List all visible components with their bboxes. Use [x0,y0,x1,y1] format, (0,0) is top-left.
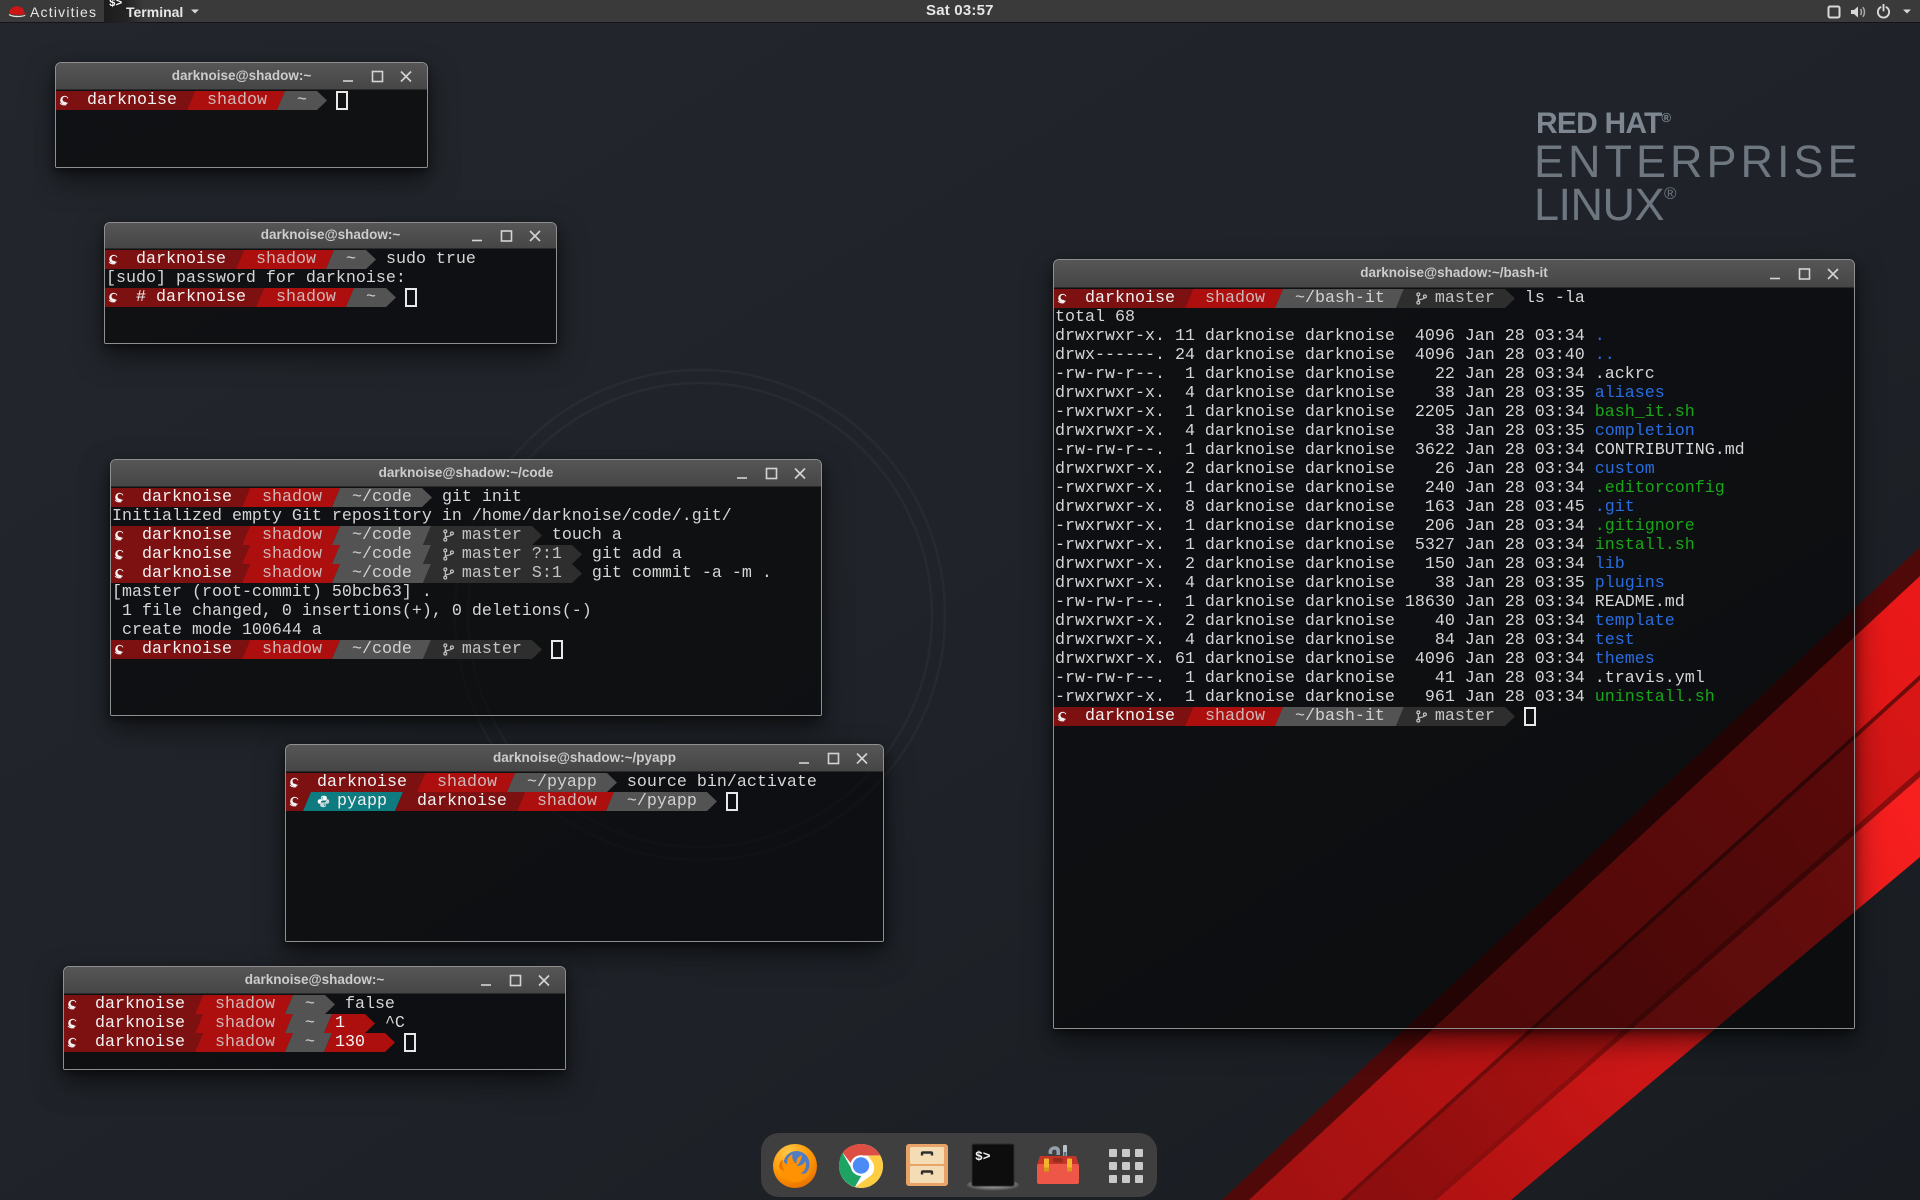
svg-text:$>: $> [975,1149,991,1164]
svg-text:LINUX®: LINUX® [1534,179,1677,230]
